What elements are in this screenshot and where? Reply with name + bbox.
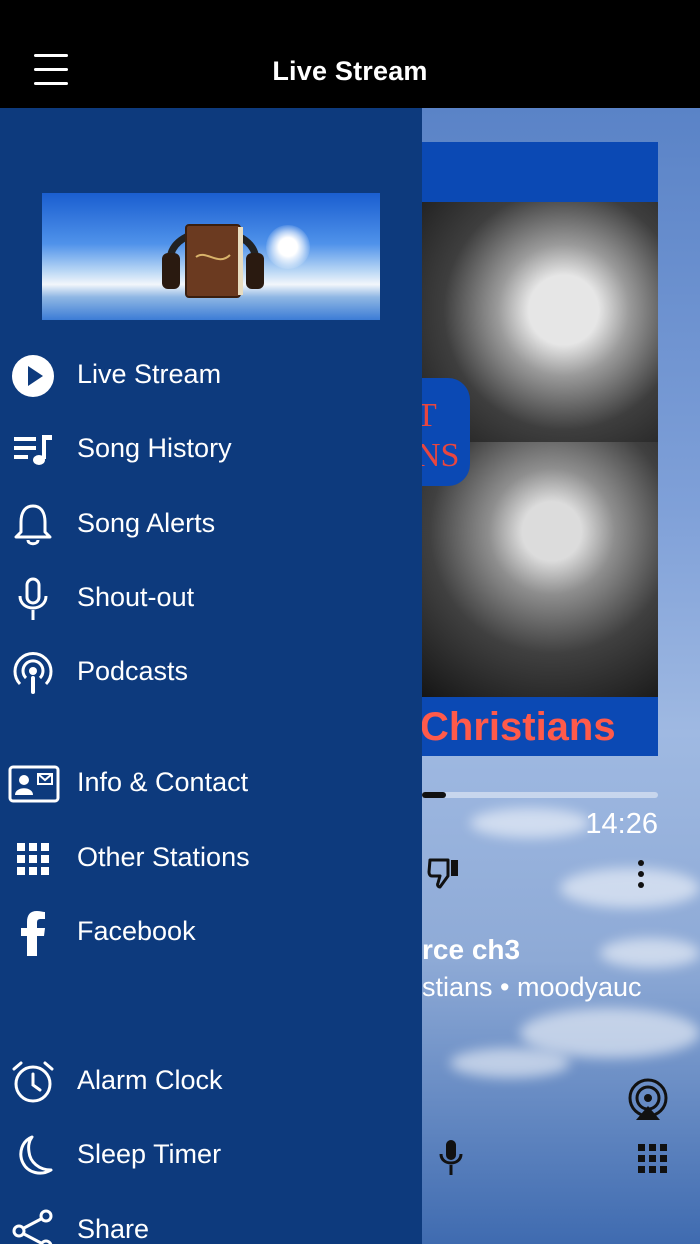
menu-item-label: Live Stream [77, 359, 222, 389]
grid-icon [17, 843, 49, 875]
track-title: rce ch3 [422, 934, 521, 965]
menu-item-song-alerts[interactable]: Song Alerts [0, 494, 422, 554]
album-artwork: T NS Christians [412, 142, 658, 756]
menu-item-label: Song History [77, 433, 232, 463]
menu-item-podcasts[interactable]: Podcasts [0, 642, 422, 702]
contact-card-icon [8, 765, 60, 803]
station-logo [42, 193, 380, 320]
menu-item-alarm-clock[interactable]: Alarm Clock [0, 1051, 422, 1111]
menu-item-live-stream[interactable]: Live Stream [0, 345, 422, 405]
moon-icon [19, 1135, 53, 1175]
top-bar: Live Stream [0, 0, 700, 108]
thumbs-down-icon[interactable] [426, 856, 462, 890]
menu-item-shout-out[interactable]: Shout-out [0, 568, 422, 628]
duration-time: 14:26 [585, 808, 658, 840]
progress-bar[interactable] [422, 792, 658, 798]
menu-item-label: Sleep Timer [77, 1139, 222, 1169]
menu-item-label: Share [77, 1214, 150, 1244]
page-title: Live Stream [272, 56, 428, 86]
side-drawer: Live Stream Song History Song Alerts Sho… [0, 108, 422, 1244]
menu-item-label: Info & Contact [77, 767, 249, 797]
menu-item-label: Alarm Clock [77, 1065, 223, 1095]
progress-fill [422, 792, 446, 798]
menu-item-info-contact[interactable]: Info & Contact [0, 753, 422, 813]
facebook-icon [21, 911, 45, 956]
track-subtitle: stians • moodyauc [422, 972, 642, 1002]
menu-item-label: Shout-out [77, 582, 195, 612]
airplay-icon[interactable] [626, 1078, 670, 1122]
headphones-bible-icon [162, 224, 264, 298]
menu-item-other-stations[interactable]: Other Stations [0, 828, 422, 888]
menu-item-label: Facebook [77, 916, 196, 946]
menu-item-song-history[interactable]: Song History [0, 419, 422, 479]
menu-item-sleep-timer[interactable]: Sleep Timer [0, 1125, 422, 1185]
playlist-icon [14, 435, 52, 465]
menu-item-label: Podcasts [77, 656, 189, 686]
alarm-clock-icon [12, 1061, 54, 1103]
share-icon [12, 1209, 53, 1244]
microphone-icon [18, 577, 48, 620]
track-info: rce ch3 stians • moodyauc [422, 908, 660, 1028]
menu-item-share[interactable]: Share [0, 1200, 422, 1244]
play-circle-icon [12, 355, 54, 397]
menu-item-label: Other Stations [77, 842, 250, 872]
artwork-title: Christians [420, 705, 616, 749]
more-options-icon[interactable] [632, 858, 650, 890]
bell-icon [14, 504, 52, 546]
menu-item-facebook[interactable]: Facebook [0, 902, 422, 962]
menu-item-label: Song Alerts [77, 508, 216, 538]
grid-icon[interactable] [638, 1144, 668, 1174]
microphone-icon[interactable] [436, 1138, 466, 1178]
podcast-icon [13, 652, 53, 694]
